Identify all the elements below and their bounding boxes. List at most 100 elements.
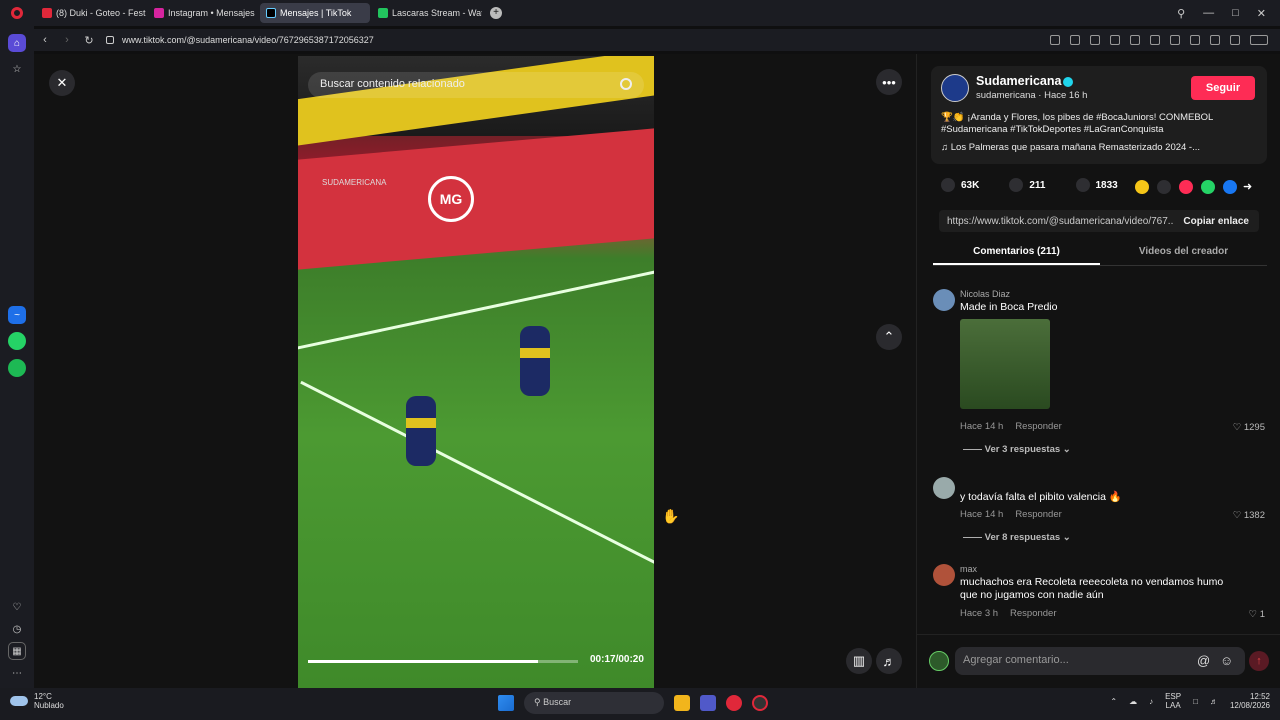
system-tray: ⌃ ☁ ♪ ESP LAA □ ♬ 12:52 12/08/2026 (1110, 692, 1270, 710)
favorites-icon[interactable]: ♡ (8, 598, 26, 616)
lock-icon (106, 36, 114, 44)
camera-icon[interactable] (1070, 35, 1080, 45)
onedrive-icon[interactable]: ☁ (1129, 697, 1137, 706)
language-indicator[interactable]: ESP LAA (1165, 692, 1181, 710)
mic-icon[interactable]: ♪ (1149, 697, 1153, 706)
cursor-icon: ✋ (662, 508, 680, 524)
play-icon[interactable] (1130, 35, 1140, 45)
save-button[interactable]: 1833 (1075, 178, 1118, 192)
opera-taskbar-icon[interactable] (726, 695, 742, 711)
comment-like[interactable]: ♡ 1295 (1233, 422, 1265, 433)
clock[interactable]: 12:52 12/08/2026 (1230, 692, 1270, 710)
mention-icon[interactable]: @ (1197, 653, 1210, 668)
emoji-icon[interactable]: ☺ (1220, 653, 1233, 668)
wallet-icon[interactable] (1170, 35, 1180, 45)
home-icon[interactable]: ⌂ (8, 34, 26, 52)
embed-icon[interactable] (1157, 180, 1171, 194)
heart-icon[interactable] (1150, 35, 1160, 45)
messenger-icon[interactable]: ~ (8, 306, 26, 324)
creator-card: Sudamericana sudamericana · Hace 16 h Se… (931, 66, 1267, 164)
search-tabs-icon[interactable]: ⚲ (1177, 7, 1185, 20)
windows-start-icon[interactable] (498, 695, 514, 711)
volume-icon[interactable]: ♬ (876, 648, 902, 674)
minimize-icon[interactable]: — (1203, 7, 1214, 20)
video-player[interactable]: MG Buscar contenido relacionado SUDAMERI… (298, 56, 654, 688)
opera-logo-icon[interactable] (0, 7, 34, 19)
like-button[interactable]: 63K (941, 178, 979, 192)
forward-icon[interactable]: › (56, 34, 78, 46)
reply-button[interactable]: Responder (1015, 509, 1061, 520)
extension-icon[interactable] (1230, 35, 1240, 45)
aria-ai-icon[interactable] (1250, 35, 1268, 45)
close-icon[interactable]: ✕ (49, 70, 75, 96)
edit-icon[interactable] (1050, 35, 1060, 45)
creator-name[interactable]: Sudamericana (976, 74, 1061, 88)
pip-icon[interactable]: ▥ (846, 648, 872, 674)
chevron-up-icon[interactable]: ⌃ (876, 324, 902, 350)
gift-icon[interactable]: ▦ (8, 642, 26, 660)
commenter-avatar[interactable] (933, 289, 955, 311)
new-tab-icon[interactable]: + (490, 7, 502, 19)
reply-button[interactable]: Responder (1010, 608, 1056, 619)
reply-button[interactable]: Responder (1015, 421, 1061, 432)
comment-button[interactable]: 211 (1009, 178, 1046, 192)
related-search-input[interactable]: Buscar contenido relacionado (308, 72, 644, 98)
maximize-icon[interactable]: □ (1232, 7, 1239, 20)
network-icon[interactable]: □ (1193, 697, 1198, 706)
commenter-avatar[interactable] (933, 564, 955, 586)
music-track[interactable]: ♫ Los Palmeras que pasara mañana Remaste… (941, 142, 1200, 153)
commenter-name[interactable]: Nicolas Diaz (960, 289, 1010, 299)
video-progress-bar[interactable] (308, 660, 578, 663)
tab-creator-videos[interactable]: Videos del creador (1100, 244, 1267, 265)
tab-youtube[interactable]: (8) Duki - Goteo - Festival (36, 3, 146, 23)
comment-like[interactable]: ♡ 1382 (1233, 510, 1265, 521)
view-replies-button[interactable]: —— Ver 8 respuestas ⌄ (963, 532, 1071, 543)
video-link[interactable]: https://www.tiktok.com/@sudamericana/vid… (939, 216, 1173, 227)
vpn-icon[interactable] (1110, 35, 1120, 45)
file-explorer-icon[interactable] (674, 695, 690, 711)
volume-tray-icon[interactable]: ♬ (1210, 697, 1218, 706)
spotify-icon[interactable] (8, 359, 26, 377)
creator-avatar[interactable] (941, 74, 969, 102)
commenter-name[interactable]: max (960, 564, 977, 574)
comment-text: muchachos era Recoleta reeecoleta no ven… (960, 576, 1224, 601)
tiktok-icon (266, 8, 276, 18)
comment-meta: Hace 14 h Responder (960, 509, 1062, 520)
chevron-up-tray-icon[interactable]: ⌃ (1110, 697, 1117, 706)
menu-icon[interactable] (1190, 35, 1200, 45)
teams-icon[interactable] (700, 695, 716, 711)
search-icon[interactable] (620, 78, 632, 90)
tab-tiktok[interactable]: Mensajes | TikTok (260, 3, 370, 23)
tab-comments[interactable]: Comentarios (211) (933, 244, 1100, 265)
facebook-share-icon[interactable] (1223, 180, 1237, 194)
url-field[interactable]: www.tiktok.com/@sudamericana/video/76729… (106, 35, 374, 45)
translate-icon[interactable] (1090, 35, 1100, 45)
comment-image[interactable] (960, 319, 1050, 409)
follow-button[interactable]: Seguir (1191, 76, 1255, 100)
share-arrow-icon[interactable]: ➜ (1243, 180, 1257, 194)
whatsapp-icon[interactable] (8, 332, 26, 350)
emoji-share-icon[interactable] (1135, 180, 1149, 194)
post-comment-button[interactable]: ↑ (1249, 651, 1269, 671)
commenter-avatar[interactable] (933, 477, 955, 499)
whatsapp-share-icon[interactable] (1201, 180, 1215, 194)
copy-link-button[interactable]: Copiar enlace (1173, 216, 1259, 227)
view-replies-button[interactable]: —— Ver 3 respuestas ⌄ (963, 444, 1071, 455)
comment-like[interactable]: ♡ 1 (1249, 609, 1265, 620)
comment-item: Nicolas Diaz Made in Boca Predio Hace 14… (933, 289, 1273, 459)
history-icon[interactable]: ◷ (8, 620, 26, 638)
tab-lascaras[interactable]: Lascaras Stream - Watch L (372, 3, 482, 23)
tab-instagram[interactable]: Instagram • Mensajes (148, 3, 258, 23)
back-icon[interactable]: ‹ (34, 34, 56, 46)
more-options-icon[interactable]: ••• (876, 69, 902, 95)
star-icon[interactable]: ☆ (8, 60, 26, 78)
reload-icon[interactable]: ↻ (78, 34, 100, 47)
send-icon[interactable] (1179, 180, 1193, 194)
more-icon[interactable]: ⋯ (8, 664, 26, 682)
weather-widget[interactable]: 12°C Nublado (10, 692, 64, 710)
taskbar-search[interactable]: ⚲ Buscar (524, 692, 664, 714)
close-window-icon[interactable]: ✕ (1257, 7, 1266, 20)
opera-gx-icon[interactable] (752, 695, 768, 711)
kick-icon (378, 8, 388, 18)
profile-icon[interactable] (1210, 35, 1220, 45)
